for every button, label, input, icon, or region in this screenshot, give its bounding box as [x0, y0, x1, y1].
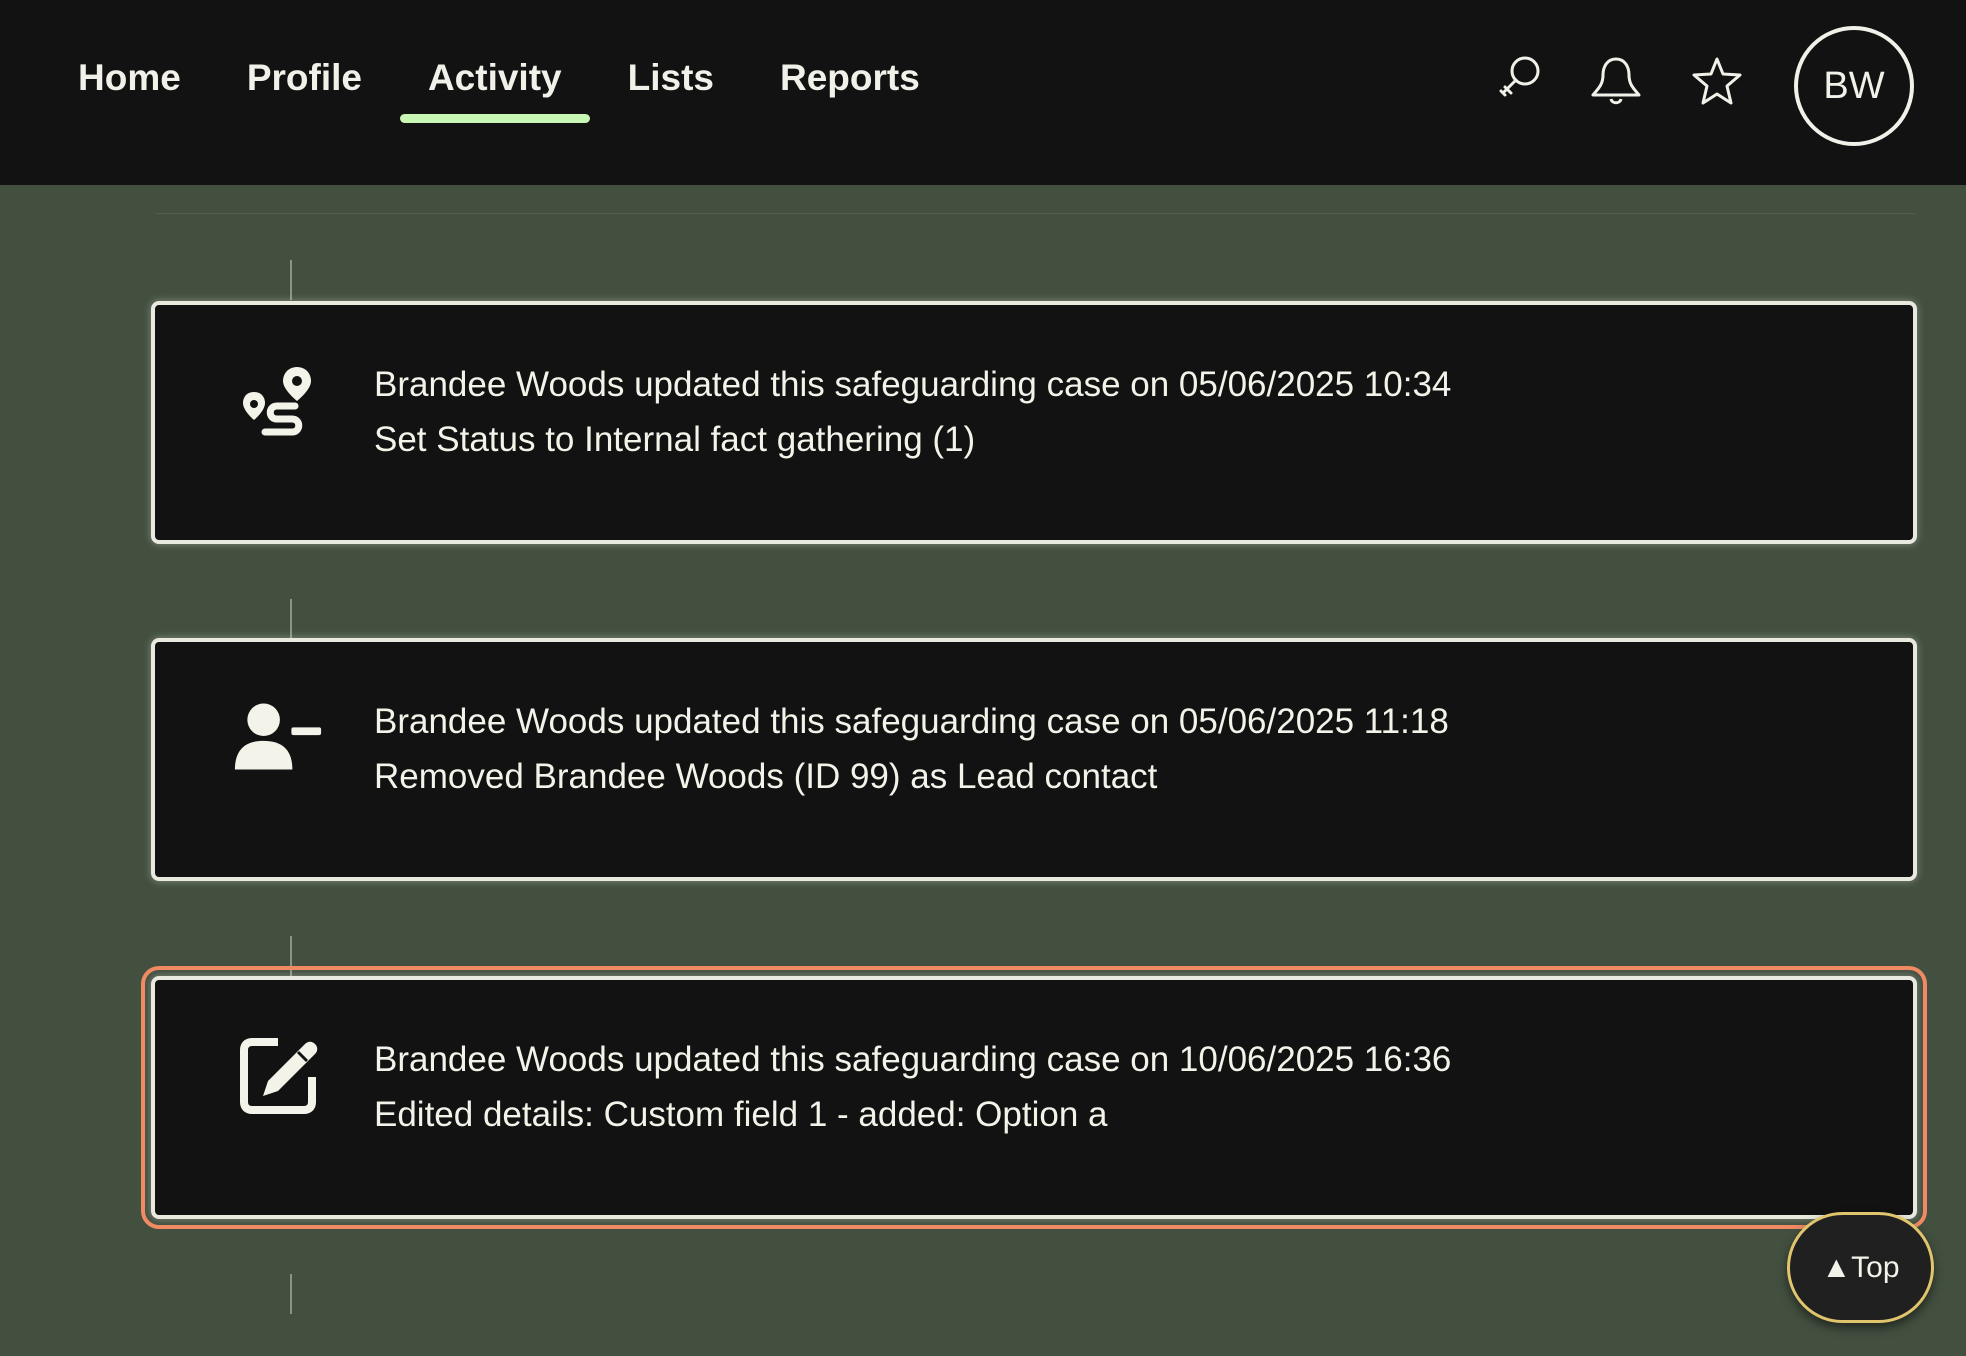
activity-card: Brandee Woods updated this safeguarding …: [151, 301, 1917, 544]
nav-item-reports[interactable]: Reports: [780, 52, 920, 104]
nav-item-activity[interactable]: Activity: [400, 52, 590, 123]
content-divider: [155, 213, 1915, 214]
activity-text: Brandee Woods updated this safeguarding …: [374, 694, 1873, 804]
timeline-connector: [290, 1274, 292, 1314]
activity-summary: Brandee Woods updated this safeguarding …: [374, 1040, 1452, 1079]
bell-icon: [1585, 52, 1647, 113]
nav-item-profile[interactable]: Profile: [247, 52, 362, 104]
main-nav: Home Profile Activity Lists Reports: [78, 52, 986, 123]
activity-detail: Edited details: Custom field 1 - added: …: [374, 1095, 1108, 1134]
activity-summary: Brandee Woods updated this safeguarding …: [374, 702, 1449, 741]
edit-icon: [233, 1030, 323, 1120]
search-button[interactable]: [1488, 48, 1552, 112]
notifications-button[interactable]: [1584, 50, 1648, 114]
top-navigation-bar: Home Profile Activity Lists Reports BW: [0, 0, 1966, 185]
avatar-initials: BW: [1823, 64, 1885, 107]
activity-summary: Brandee Woods updated this safeguarding …: [374, 365, 1452, 404]
nav-item-lists[interactable]: Lists: [628, 52, 714, 104]
route-icon: [233, 355, 323, 445]
nav-item-home[interactable]: Home: [78, 52, 181, 104]
timeline-connector: [290, 936, 292, 976]
star-icon: [1689, 54, 1745, 115]
timeline-connector: [290, 260, 292, 300]
activity-card-focused: Brandee Woods updated this safeguarding …: [141, 966, 1927, 1229]
activity-text: Brandee Woods updated this safeguarding …: [374, 357, 1873, 467]
activity-detail: Set Status to Internal fact gathering (1…: [374, 420, 976, 459]
back-to-top-button[interactable]: ▲Top: [1787, 1212, 1934, 1323]
favorites-button[interactable]: [1685, 52, 1749, 116]
activity-text: Brandee Woods updated this safeguarding …: [374, 1032, 1873, 1142]
timeline-connector: [290, 599, 292, 639]
user-avatar[interactable]: BW: [1794, 26, 1914, 146]
back-to-top-label: ▲Top: [1821, 1250, 1900, 1284]
activity-detail: Removed Brandee Woods (ID 99) as Lead co…: [374, 757, 1158, 796]
activity-card: Brandee Woods updated this safeguarding …: [151, 638, 1917, 881]
user-minus-icon: [233, 692, 323, 782]
search-icon: [1492, 50, 1548, 111]
